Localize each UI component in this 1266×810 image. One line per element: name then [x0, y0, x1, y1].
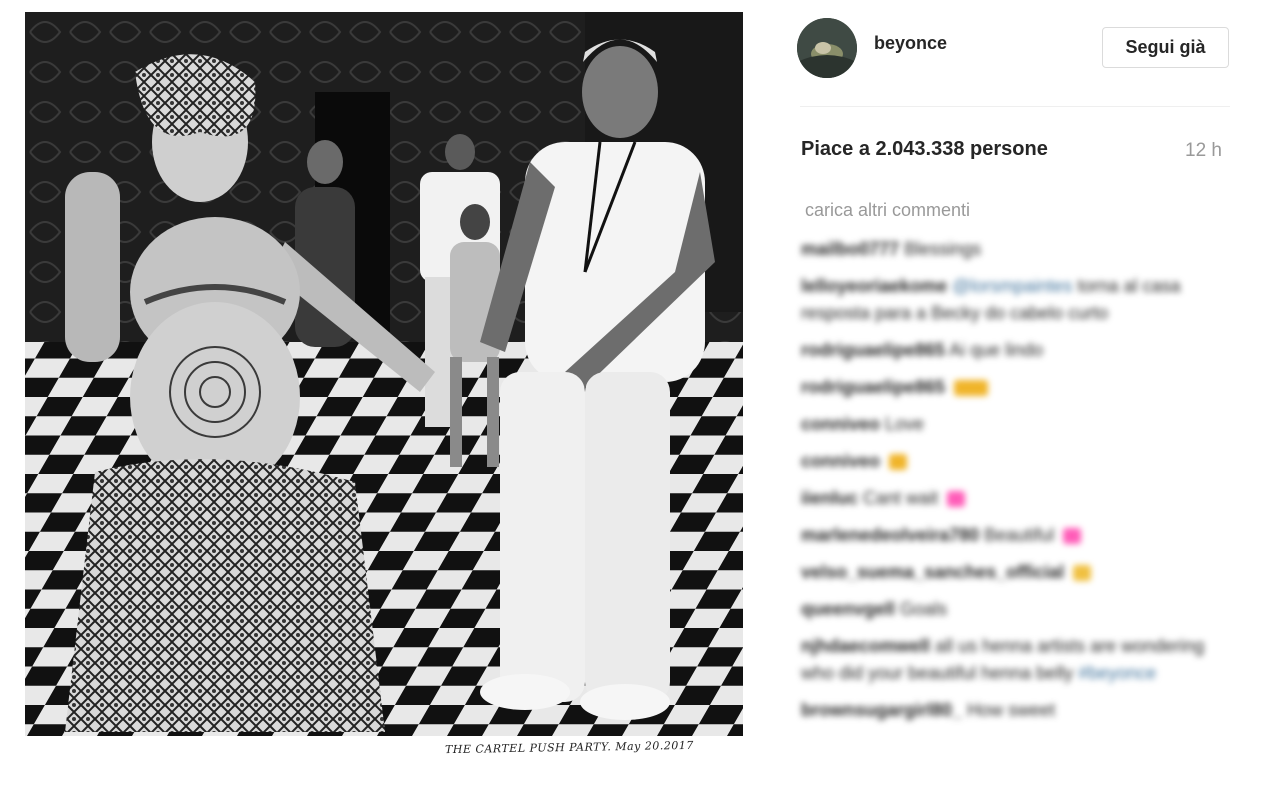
comment-username[interactable]: njhdaecomwell — [801, 636, 930, 656]
comment-username[interactable]: iienluc — [801, 488, 858, 508]
comment-username[interactable]: velso_suema_sanches_official — [801, 562, 1064, 582]
comment: conniveo — [801, 448, 1231, 475]
load-more-comments-link[interactable]: carica altri commenti — [805, 200, 970, 221]
comment-text: How sweet — [967, 700, 1056, 720]
photo-caption: THE CARTEL PUSH PARTY. May 20.2017 — [444, 738, 694, 757]
emoji-icon — [954, 380, 989, 397]
comment-username[interactable]: queenvgell — [801, 599, 895, 619]
comment-text: Beautiful — [984, 525, 1055, 545]
following-button[interactable]: Segui già — [1102, 27, 1229, 68]
sparkle-emoji-icon — [1063, 528, 1082, 545]
comment: velso_suema_sanches_official — [801, 559, 1231, 586]
comment: rodriguaelipe865 Ai que lindo — [801, 337, 1231, 364]
comment-text: Blessings — [904, 239, 982, 259]
comment: njhdaecomwell all us henna artists are w… — [801, 633, 1231, 687]
comment-text: Cant wait — [863, 488, 939, 508]
comment-mention[interactable]: @lorsmpaintes — [952, 276, 1072, 296]
comment: queenvgell Goals — [801, 596, 1231, 623]
username[interactable]: beyonce — [874, 33, 947, 54]
comment-hashtag[interactable]: #beyonce — [1078, 663, 1156, 683]
comment-text: Goals — [900, 599, 948, 619]
comment: rodriguaelipe865 — [801, 374, 1231, 401]
post-photo[interactable] — [25, 12, 743, 736]
post-photo-panel: THE CARTEL PUSH PARTY. May 20.2017 — [0, 0, 775, 810]
post-timestamp: 12 h — [1185, 140, 1222, 161]
comment: conniveo Love — [801, 411, 1231, 438]
comment: iienluc Cant wait — [801, 485, 1231, 512]
post-header: beyonce Segui già — [797, 18, 1231, 80]
comment-username[interactable]: conniveo — [801, 451, 880, 471]
comment: marlenedeolveira780 Beautiful — [801, 522, 1231, 549]
emoji-icon — [1073, 565, 1092, 582]
heart-emoji-icon — [947, 491, 966, 508]
likes-count[interactable]: Piace a 2.043.338 persone — [801, 138, 1048, 161]
comment-username[interactable]: rodriguaelipe865 — [801, 340, 945, 360]
comment-username[interactable]: rodriguaelipe865 — [801, 377, 945, 397]
comment-text: Love — [885, 414, 925, 434]
comment-text: Ai que lindo — [949, 340, 1044, 360]
comment: lelloyeoriaekome @lorsmpaintes torna al … — [801, 273, 1231, 327]
comment-username[interactable]: lelloyeoriaekome — [801, 276, 947, 296]
avatar-image — [797, 18, 857, 78]
emoji-icon — [889, 454, 908, 471]
comment-username[interactable]: brownsugargirl80_ — [801, 700, 962, 720]
post-sidebar: beyonce Segui già Piace a 2.043.338 pers… — [775, 0, 1266, 810]
party-photo-image — [25, 12, 743, 736]
comments-list: mailbo0777 Blessings lelloyeoriaekome @l… — [801, 236, 1231, 734]
comment: brownsugargirl80_ How sweet — [801, 697, 1231, 724]
avatar[interactable] — [797, 18, 857, 78]
header-divider — [800, 106, 1230, 107]
comment: mailbo0777 Blessings — [801, 236, 1231, 263]
comment-username[interactable]: conniveo — [801, 414, 880, 434]
comment-username[interactable]: marlenedeolveira780 — [801, 525, 979, 545]
comment-username[interactable]: mailbo0777 — [801, 239, 899, 259]
